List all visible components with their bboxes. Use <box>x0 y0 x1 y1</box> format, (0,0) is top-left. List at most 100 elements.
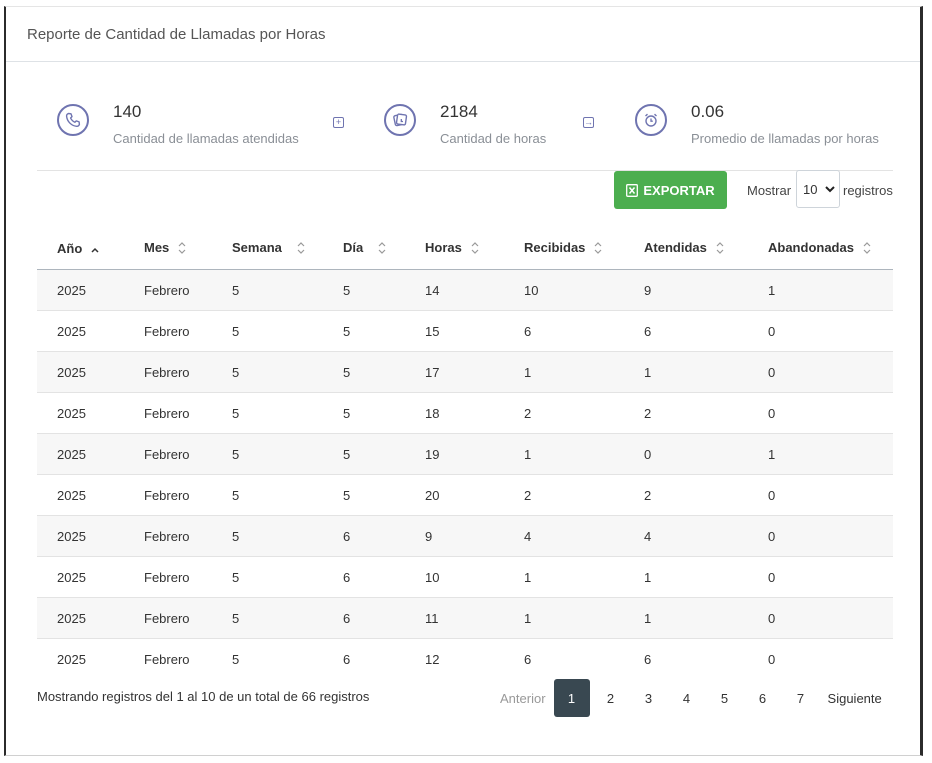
table-cell: 5 <box>323 269 405 311</box>
table-cell: 5 <box>212 392 323 434</box>
table-cell: 2025 <box>37 515 124 557</box>
page-title: Reporte de Cantidad de Llamadas por Hora… <box>27 26 326 43</box>
table-row: 2025 Febrero 5 5 14 10 9 1 <box>37 269 893 311</box>
table-cell: 2025 <box>37 597 124 639</box>
table-cell: 2025 <box>37 310 124 352</box>
table-cell: 1 <box>624 556 748 598</box>
table-row: 2025 Febrero 5 6 10 1 1 0 <box>37 556 893 598</box>
table-cell: 6 <box>504 638 624 679</box>
table-cell: 0 <box>748 515 893 557</box>
plus-square-icon[interactable]: + <box>333 117 344 128</box>
report-card: Reporte de Cantidad de Llamadas por Hora… <box>4 6 923 756</box>
prev-page-button[interactable]: Anterior <box>492 679 552 717</box>
table-cell: 5 <box>323 433 405 475</box>
table-cell: 1 <box>624 597 748 639</box>
table-body: 2025 Febrero 5 5 14 10 9 1 2025 Febrero 5 5 15 6 6 0 202… <box>37 269 893 679</box>
excel-file-icon <box>626 183 639 197</box>
chevron-down-icon <box>825 186 835 193</box>
table-cell: 2 <box>624 474 748 516</box>
table-cell: 0 <box>748 310 893 352</box>
table-cell: 4 <box>624 515 748 557</box>
table-cell: Febrero <box>124 351 212 393</box>
table-cell: 6 <box>323 515 405 557</box>
sort-icon <box>177 241 187 258</box>
records-label: registros <box>843 183 893 198</box>
table-cell: 5 <box>212 515 323 557</box>
table-cell: 5 <box>212 351 323 393</box>
alarm-clock-icon <box>635 104 667 136</box>
sort-icon <box>715 241 725 258</box>
table-cell: Febrero <box>124 597 212 639</box>
table-cell: 14 <box>405 269 504 311</box>
sort-icon <box>377 241 387 258</box>
table-cell: 2025 <box>37 474 124 516</box>
show-label: Mostrar <box>747 183 792 198</box>
table-cell: 0 <box>624 433 748 475</box>
table-cell: Febrero <box>124 515 212 557</box>
page-button-1[interactable]: 1 <box>553 679 590 717</box>
table-cell: 19 <box>405 433 504 475</box>
export-label: EXPORTAR <box>643 182 715 198</box>
column-header-hours[interactable]: Horas <box>405 229 504 270</box>
data-table: Año Mes Semana Día Horas Recibidas Atend… <box>37 229 893 679</box>
column-header-day[interactable]: Día <box>323 229 405 270</box>
table-info: Mostrando registros del 1 al 10 de un to… <box>37 689 370 704</box>
table-cell: Febrero <box>124 474 212 516</box>
sort-icon <box>296 241 306 258</box>
table-row: 2025 Febrero 5 6 11 1 1 0 <box>37 597 893 639</box>
sort-icon <box>593 241 603 258</box>
page-button-6[interactable]: 6 <box>744 679 782 717</box>
table-row: 2025 Febrero 5 5 20 2 2 0 <box>37 474 893 516</box>
table-row: 2025 Febrero 5 6 12 6 6 0 <box>37 638 893 679</box>
stat-label: Cantidad de horas <box>440 131 547 146</box>
stat-value: 2184 <box>440 102 478 121</box>
column-label: Atendidas <box>644 240 707 256</box>
table-cell: 18 <box>405 392 504 434</box>
column-header-received[interactable]: Recibidas <box>504 229 624 270</box>
table-cell: 4 <box>504 515 624 557</box>
table-cell: 0 <box>748 556 893 598</box>
table-cell: 1 <box>504 351 624 393</box>
page-button-5[interactable]: 5 <box>706 679 744 717</box>
table-cell: 12 <box>405 638 504 679</box>
pagination: Anterior 1 2 3 4 5 6 7 Siguiente <box>492 679 890 717</box>
page-button-7[interactable]: 7 <box>782 679 820 717</box>
table-cell: 5 <box>212 310 323 352</box>
column-header-week[interactable]: Semana <box>212 229 323 270</box>
table-cell: 1 <box>748 269 893 311</box>
table-cell: 5 <box>212 269 323 311</box>
page-button-4[interactable]: 4 <box>668 679 706 717</box>
table-cell: 20 <box>405 474 504 516</box>
table-cell: 5 <box>323 310 405 352</box>
table-cell: 2025 <box>37 638 124 679</box>
table-cell: 2 <box>624 392 748 434</box>
table-cell: 10 <box>504 269 624 311</box>
column-header-year[interactable]: Año <box>37 229 124 270</box>
column-header-abandoned[interactable]: Abandonadas <box>748 229 893 270</box>
table-cell: 2025 <box>37 433 124 475</box>
table-cell: 5 <box>212 474 323 516</box>
sort-asc-icon <box>90 242 100 257</box>
column-label: Mes <box>144 240 170 256</box>
page-button-3[interactable]: 3 <box>630 679 668 717</box>
table-cell: 0 <box>748 597 893 639</box>
table-cell: 5 <box>212 433 323 475</box>
divider <box>37 170 893 171</box>
table-cell: 2025 <box>37 351 124 393</box>
column-header-attended[interactable]: Atendidas <box>624 229 748 270</box>
table-row: 2025 Febrero 5 6 9 4 4 0 <box>37 515 893 557</box>
arrow-right-square-icon[interactable]: → <box>583 117 594 128</box>
table-cell: 1 <box>504 433 624 475</box>
page-button-2[interactable]: 2 <box>592 679 630 717</box>
column-header-month[interactable]: Mes <box>124 229 212 270</box>
table-cell: 9 <box>624 269 748 311</box>
table-cell: 2025 <box>37 556 124 598</box>
export-button[interactable]: EXPORTAR <box>614 171 727 209</box>
table-row: 2025 Febrero 5 5 15 6 6 0 <box>37 310 893 352</box>
table-row: 2025 Febrero 5 5 19 1 0 1 <box>37 433 893 475</box>
table-cell: 0 <box>748 392 893 434</box>
table-cell: Febrero <box>124 638 212 679</box>
hours-icon <box>384 104 416 136</box>
next-page-button[interactable]: Siguiente <box>820 679 890 717</box>
page-size-select[interactable]: 10 <box>796 170 840 208</box>
